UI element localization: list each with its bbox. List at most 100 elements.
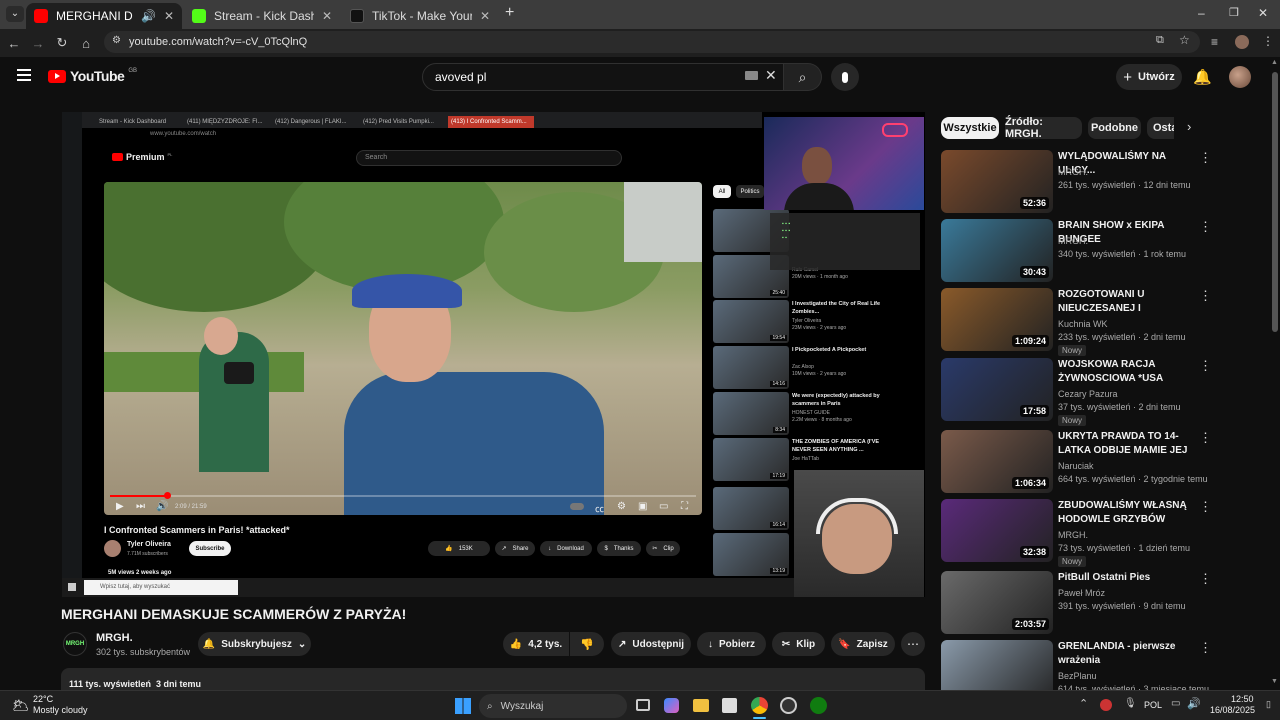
recommendation-item[interactable]: 2:03:57 PitBull Ostatni Pies Paweł Mróz 391… <box>941 571 1212 635</box>
address-bar[interactable]: ⚙ youtube.com/watch?v=-cV_0TcQlnQ ⧉ ☆ <box>104 31 1200 53</box>
copilot-icon[interactable] <box>664 698 679 713</box>
network-icon[interactable]: ▭ <box>1171 698 1180 709</box>
keyboard-icon[interactable] <box>745 71 758 80</box>
tab-close-icon[interactable]: ✕ <box>480 9 490 23</box>
channel-avatar[interactable]: MRGH <box>63 632 87 656</box>
clear-search-icon[interactable]: ✕ <box>765 67 777 84</box>
start-windows-icon[interactable] <box>455 698 471 714</box>
tab-youtube[interactable]: MERGHANI DEMASKUJE SC 🔊 ✕ <box>26 3 182 29</box>
weather-temp[interactable]: 22°C <box>33 694 53 704</box>
recommendation-title[interactable]: GRENLANDIA - pierwsze wrażenia <box>1058 640 1193 668</box>
recommendation-channel[interactable]: BezPlanu <box>1058 671 1097 681</box>
recommendation-item[interactable]: 1:06:34 UKRYTA PRAWDA TO 14-LATKA ODBIJE … <box>941 430 1212 494</box>
recommendation-item[interactable]: 52:36 WYLĄDOWALIŚMY NA ULICY... MRGH. 261 t… <box>941 150 1212 214</box>
page-scrollbar[interactable] <box>1270 58 1280 690</box>
like-button[interactable]: 👍 4,2 tys. <box>503 632 569 656</box>
recommendation-channel[interactable]: MRGH. <box>1058 236 1088 246</box>
tab-close-icon[interactable]: ✕ <box>164 9 174 23</box>
subscribe-button[interactable]: 🔔 Subskrybujesz ⌄ <box>198 632 311 656</box>
recommendation-thumbnail[interactable]: 1:06:34 <box>941 430 1053 493</box>
tray-microphone-icon[interactable]: 🎙 <box>1124 698 1137 709</box>
search-input[interactable]: avoved pl ✕ <box>422 63 784 91</box>
chip-recent[interactable]: Osta <box>1147 117 1174 139</box>
bookmark-star-icon[interactable]: ☆ <box>1179 33 1190 47</box>
language-indicator[interactable]: POL <box>1144 700 1162 710</box>
profile-avatar[interactable] <box>1235 35 1249 49</box>
recommendation-thumbnail[interactable]: 52:36 <box>941 150 1053 213</box>
recommendation-title[interactable]: ROZGOTOWANI U NIEUCZESANEJ I DIABLESA ..… <box>1058 288 1193 316</box>
seek-handle[interactable] <box>164 492 171 499</box>
recommendation-title[interactable]: UKRYTA PRAWDA TO 14-LATKA ODBIJE MAMIE J… <box>1058 430 1193 458</box>
weather-icon[interactable]: 🌥 <box>12 697 30 714</box>
recommendation-thumbnail[interactable]: 1:09:24 <box>941 288 1053 351</box>
chip-from-source[interactable]: Źródło: MRGH. <box>1005 116 1082 140</box>
account-avatar[interactable] <box>1229 66 1251 88</box>
store-icon[interactable] <box>722 698 737 713</box>
fullscreen-icon[interactable]: ⛶ <box>681 501 688 512</box>
clip-button[interactable]: ✂ Klip <box>772 632 825 656</box>
clock-date[interactable]: 16/08/2025 <box>1210 705 1255 715</box>
scroll-up-arrow-icon[interactable]: ▲ <box>1271 59 1278 66</box>
tab-close-icon[interactable]: ✕ <box>322 9 332 23</box>
captions-icon[interactable]: ㏄ <box>595 502 604 515</box>
install-icon[interactable]: ⧉ <box>1156 34 1164 47</box>
recommendation-channel[interactable]: MRGH. <box>1058 530 1088 540</box>
clock-time[interactable]: 12:50 <box>1231 694 1254 704</box>
recommendation-title[interactable]: PitBull Ostatni Pies <box>1058 571 1193 585</box>
close-window-button[interactable]: ✕ <box>1258 6 1268 20</box>
more-vertical-icon[interactable]: ⋮ <box>1199 571 1212 587</box>
more-vertical-icon[interactable]: ⋮ <box>1199 430 1212 446</box>
more-vertical-icon[interactable]: ⋮ <box>1199 150 1212 166</box>
more-vertical-icon[interactable]: ⋮ <box>1199 358 1212 374</box>
recommendation-channel[interactable]: Kuchnia WK <box>1058 319 1108 329</box>
browser-menu-icon[interactable]: ⋮ <box>1262 34 1274 48</box>
taskbar-search[interactable]: ⌕ Wyszukaj <box>479 694 627 718</box>
tray-chevron-up-icon[interactable]: ⌃ <box>1079 697 1088 710</box>
dislike-button[interactable]: 👎 <box>570 632 604 656</box>
save-button[interactable]: 🔖 Zapisz <box>831 632 895 656</box>
weather-desc[interactable]: Mostly cloudy <box>33 705 88 715</box>
miniplayer-icon[interactable]: ▣ <box>638 501 647 512</box>
recommendation-thumbnail[interactable]: 2:03:57 <box>941 571 1053 634</box>
maximize-button[interactable]: ❐ <box>1229 6 1239 19</box>
play-icon[interactable]: ▶ <box>116 501 124 512</box>
tab-search-button[interactable]: ⌄ <box>6 6 24 22</box>
more-actions-button[interactable]: ⋯ <box>901 632 925 656</box>
tray-app-icon[interactable] <box>1100 699 1112 711</box>
recommendation-thumbnail[interactable]: 32:38 <box>941 499 1053 562</box>
site-info-icon[interactable]: ⚙ <box>112 35 121 46</box>
home-icon[interactable]: ⌂ <box>76 36 96 51</box>
recommendation-thumbnail[interactable]: 17:58 <box>941 358 1053 421</box>
share-button[interactable]: ↗ Udostępnij <box>611 632 691 656</box>
audio-icon[interactable]: 🔊 <box>141 9 156 23</box>
recommendation-item[interactable]: 30:43 BRAIN SHOW x EKIPA BUNGEE MRGH. 340 t… <box>941 219 1212 283</box>
scrollbar-thumb[interactable] <box>1272 72 1278 332</box>
recommendation-channel[interactable]: MRGH. <box>1058 167 1088 177</box>
scroll-down-arrow-icon[interactable]: ▼ <box>1271 678 1278 685</box>
more-vertical-icon[interactable]: ⋮ <box>1199 499 1212 515</box>
forward-icon[interactable]: → <box>28 36 48 51</box>
chrome-icon[interactable] <box>751 697 768 714</box>
new-tab-button[interactable]: + <box>505 4 514 22</box>
channel-name[interactable]: MRGH. <box>96 632 133 644</box>
settings-gear-icon[interactable]: ⚙ <box>617 501 626 512</box>
recommendation-channel[interactable]: Cezary Pazura <box>1058 389 1118 399</box>
recommendation-title[interactable]: WOJSKOWA RACJA ŻYWNOSCIOWA *USA EDITION* <box>1058 358 1193 386</box>
theater-icon[interactable]: ▭ <box>659 501 668 512</box>
recommendation-item[interactable]: 17:58 WOJSKOWA RACJA ŻYWNOSCIOWA *USA EDI… <box>941 358 1212 426</box>
file-explorer-icon[interactable] <box>693 699 709 712</box>
search-button[interactable]: ⌕ <box>784 63 822 91</box>
recommendation-thumbnail[interactable]: 30:43 <box>941 219 1053 282</box>
chips-next-icon[interactable]: › <box>1187 119 1191 134</box>
seek-bar[interactable] <box>110 495 696 497</box>
download-button[interactable]: ↓ Pobierz <box>697 632 766 656</box>
more-vertical-icon[interactable]: ⋮ <box>1199 288 1212 304</box>
description-box[interactable]: 111 tys. wyświetleń 3 dni temu <box>61 668 925 690</box>
more-vertical-icon[interactable]: ⋮ <box>1199 640 1212 656</box>
volume-tray-icon[interactable]: 🔊 <box>1187 697 1201 710</box>
recommendation-channel[interactable]: Naruciak <box>1058 461 1094 471</box>
chip-all[interactable]: Wszystkie <box>941 117 999 139</box>
recommendation-title[interactable]: ZBUDOWALIŚMY WŁASNĄ HODOWLE GRZYBÓW <box>1058 499 1193 527</box>
create-button[interactable]: + Utwórz <box>1116 64 1182 90</box>
voice-search-button[interactable] <box>831 63 859 91</box>
